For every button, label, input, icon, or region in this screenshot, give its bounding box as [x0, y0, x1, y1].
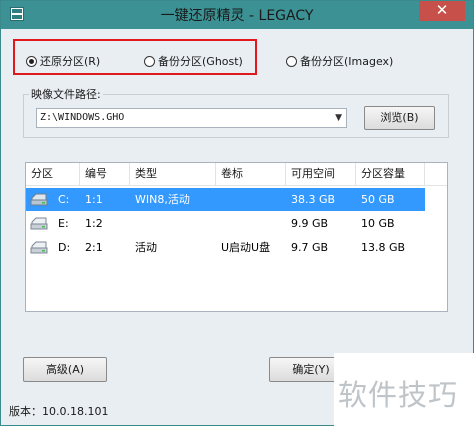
table-row[interactable]: E: 1:2 9.9 GB 10 GB — [26, 212, 425, 235]
column-header-capacity[interactable]: 分区容量 — [356, 163, 425, 185]
partition-table: 分区 编号 类型 卷标 可用空间 分区容量 C: 1:1 WIN8,活动 38.… — [25, 162, 448, 312]
cell-number: 2:1 — [85, 241, 103, 254]
cell-type: WIN8,活动 — [135, 193, 190, 206]
radio-backup-imagex-label: 备份分区(Imagex) — [300, 55, 394, 68]
hard-drive-icon — [30, 193, 48, 206]
chevron-down-icon[interactable]: ▼ — [335, 109, 342, 127]
advanced-button[interactable]: 高级(A) — [23, 357, 107, 382]
cell-drive: C: — [58, 193, 70, 206]
table-header: 分区 编号 类型 卷标 可用空间 分区容量 — [26, 163, 447, 186]
radio-restore-label: 还原分区(R) — [40, 55, 101, 68]
cell-capacity: 50 GB — [361, 193, 395, 206]
radio-restore[interactable]: 还原分区(R) — [26, 53, 100, 69]
cell-capacity: 13.8 GB — [361, 241, 406, 254]
cell-drive: D: — [58, 241, 71, 254]
hard-drive-icon — [30, 241, 48, 254]
cell-capacity: 10 GB — [361, 217, 395, 230]
radio-backup-ghost[interactable]: 备份分区(Ghost) — [144, 53, 243, 69]
watermark: 软件技巧 — [334, 353, 474, 427]
radio-backup-ghost-label: 备份分区(Ghost) — [158, 55, 243, 68]
cell-free-space: 9.7 GB — [291, 241, 329, 254]
advanced-button-label: 高级(A) — [45, 363, 85, 376]
close-icon: ✕ — [435, 1, 449, 19]
browse-button[interactable]: 浏览(B) — [364, 106, 435, 130]
table-row[interactable]: C: 1:1 WIN8,活动 38.3 GB 50 GB — [26, 188, 425, 211]
window-title: 一键还原精灵 - LEGACY — [160, 8, 314, 24]
hard-drive-icon — [30, 217, 48, 230]
cell-free-space: 38.3 GB — [291, 193, 336, 206]
ok-button-label: 确定(Y) — [292, 363, 330, 376]
watermark-text: 软件技巧 — [338, 378, 459, 412]
cell-number: 1:1 — [85, 193, 103, 206]
column-header-partition[interactable]: 分区 — [26, 163, 80, 185]
radio-unchecked-icon — [286, 55, 297, 67]
radio-backup-imagex[interactable]: 备份分区(Imagex) — [286, 53, 393, 69]
cell-label: U启动U盘 — [221, 241, 271, 254]
cell-free-space: 9.9 GB — [291, 217, 329, 230]
cell-drive: E: — [58, 217, 69, 230]
radio-unchecked-icon — [144, 55, 155, 67]
cell-label — [216, 212, 286, 235]
column-header-free-space[interactable]: 可用空间 — [286, 163, 356, 185]
radio-checked-icon — [26, 55, 37, 67]
close-button[interactable]: ✕ — [419, 1, 465, 21]
image-path-dropdown[interactable]: Z:\WINDOWS.GHO ▼ — [36, 108, 347, 128]
title-bar[interactable]: 一键还原精灵 - LEGACY ✕ — [1, 1, 473, 29]
cell-type — [130, 212, 216, 235]
column-header-label[interactable]: 卷标 — [216, 163, 286, 185]
version-label: 版本：10.0.18.101 — [9, 405, 109, 418]
image-path-label: 映像文件路径: — [29, 86, 103, 102]
main-window: 一键还原精灵 - LEGACY ✕ 还原分区(R) 备份分区(Ghost) 备份… — [0, 0, 474, 427]
table-row[interactable]: D: 2:1 活动 U启动U盘 9.7 GB 13.8 GB — [26, 236, 425, 259]
cell-number: 1:2 — [85, 217, 103, 230]
browse-button-label: 浏览(B) — [380, 111, 419, 124]
cell-label — [216, 188, 286, 211]
cell-type: 活动 — [135, 241, 157, 254]
column-header-number[interactable]: 编号 — [80, 163, 130, 185]
image-path-value: Z:\WINDOWS.GHO — [40, 112, 125, 123]
column-header-type[interactable]: 类型 — [130, 163, 216, 185]
